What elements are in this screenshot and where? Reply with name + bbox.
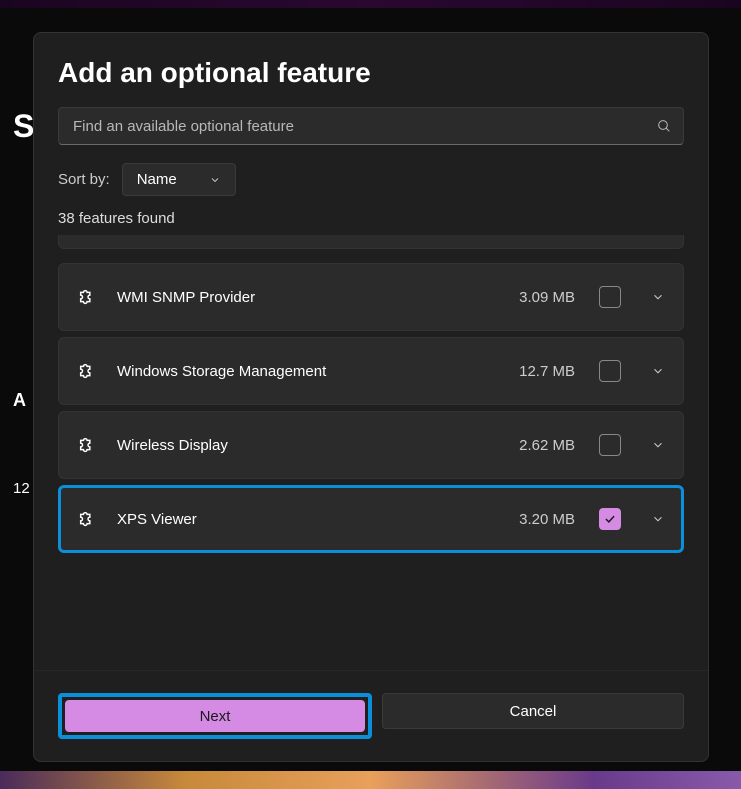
next-button-highlight: Next [58, 693, 372, 739]
background-text-12: 12 [13, 480, 30, 497]
add-feature-dialog: Add an optional feature Sort by: Name 38… [33, 32, 709, 762]
feature-item[interactable]: WMI SNMP Provider 3.09 MB [58, 263, 684, 331]
puzzle-icon [77, 508, 99, 530]
feature-item[interactable]: Wireless Display 2.62 MB [58, 411, 684, 479]
chevron-down-icon[interactable] [651, 364, 665, 378]
feature-checkbox[interactable] [599, 286, 621, 308]
puzzle-icon [77, 286, 99, 308]
chevron-down-icon[interactable] [651, 512, 665, 526]
dialog-footer: Next Cancel [34, 670, 708, 761]
feature-name: Wireless Display [117, 437, 501, 454]
sort-value: Name [137, 171, 177, 188]
feature-checkbox[interactable] [599, 434, 621, 456]
feature-name: Windows Storage Management [117, 363, 501, 380]
puzzle-icon [77, 360, 99, 382]
search-icon [656, 118, 672, 134]
feature-name: WMI SNMP Provider [117, 289, 501, 306]
list-scroll-top-stub [58, 235, 684, 249]
feature-item[interactable]: XPS Viewer 3.20 MB [58, 485, 684, 553]
search-wrap [58, 107, 684, 145]
features-found-label: 38 features found [58, 210, 684, 227]
sort-dropdown[interactable]: Name [122, 163, 236, 196]
sort-label: Sort by: [58, 171, 110, 188]
dialog-title: Add an optional feature [58, 57, 684, 89]
feature-size: 3.09 MB [519, 289, 575, 306]
feature-size: 12.7 MB [519, 363, 575, 380]
next-button[interactable]: Next [65, 700, 365, 732]
cancel-button[interactable]: Cancel [382, 693, 684, 729]
chevron-down-icon[interactable] [651, 438, 665, 452]
wallpaper-bottom-glow [0, 771, 741, 789]
dialog-body: Add an optional feature Sort by: Name 38… [34, 33, 708, 670]
feature-size: 3.20 MB [519, 511, 575, 528]
feature-item[interactable]: Windows Storage Management 12.7 MB [58, 337, 684, 405]
feature-name: XPS Viewer [117, 511, 501, 528]
puzzle-icon [77, 434, 99, 456]
search-input[interactable] [58, 107, 684, 145]
background-letter-a: A [13, 390, 26, 411]
feature-checkbox[interactable] [599, 360, 621, 382]
feature-list[interactable]: WMI SNMP Provider 3.09 MB Windows Storage … [58, 235, 684, 670]
feature-size: 2.62 MB [519, 437, 575, 454]
feature-checkbox[interactable] [599, 508, 621, 530]
chevron-down-icon[interactable] [651, 290, 665, 304]
window-top-strip [0, 0, 741, 8]
chevron-down-icon [209, 174, 221, 186]
sort-row: Sort by: Name [58, 163, 684, 196]
background-letter-s: S [13, 108, 34, 145]
